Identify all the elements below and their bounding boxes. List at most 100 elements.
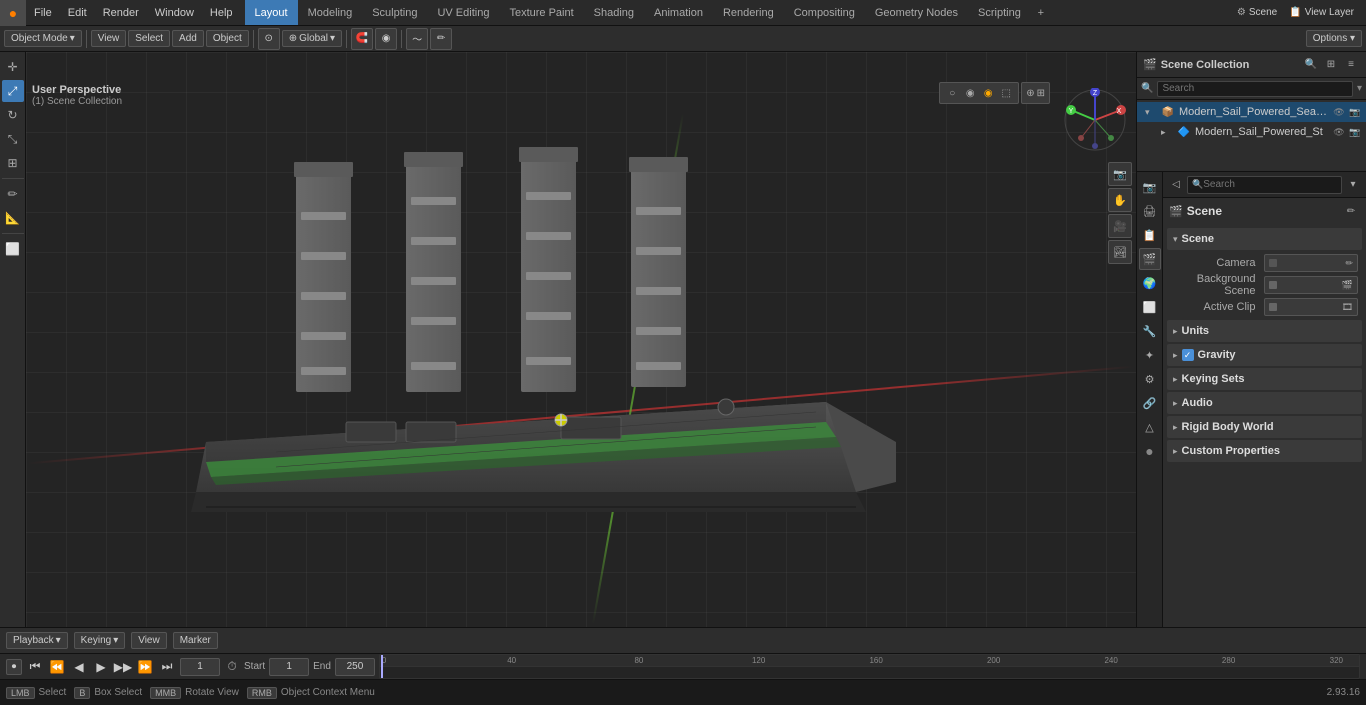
options-button[interactable]: Options ▾: [1306, 30, 1362, 47]
current-frame-input[interactable]: 1: [180, 658, 220, 676]
playback-menu[interactable]: Playback ▾: [6, 632, 68, 649]
active-clip-value[interactable]: 🎞: [1264, 298, 1359, 316]
rigid-body-header[interactable]: ▸ Rigid Body World: [1167, 416, 1362, 438]
prop-tab-object[interactable]: ⬜: [1139, 296, 1161, 318]
scene-display-btn[interactable]: 🏞: [1108, 240, 1132, 264]
select-menu[interactable]: Select: [128, 30, 170, 47]
background-scene-value[interactable]: 🎬: [1264, 276, 1359, 294]
prop-tab-physics[interactable]: ⚙: [1139, 368, 1161, 390]
keying-menu[interactable]: Keying ▾: [74, 632, 126, 649]
prop-tab-render[interactable]: 📷: [1139, 176, 1161, 198]
tab-sculpting[interactable]: Sculpting: [362, 0, 427, 25]
menu-render[interactable]: Render: [95, 0, 147, 25]
gravity-checkbox[interactable]: ✓: [1182, 349, 1194, 361]
measure-tool[interactable]: 📐: [2, 207, 24, 229]
add-workspace-button[interactable]: +: [1031, 3, 1051, 23]
material-mode-btn[interactable]: ◉: [980, 85, 996, 101]
rotate-tool[interactable]: ↻: [2, 104, 24, 126]
outliner-sort-btn[interactable]: ≡: [1342, 56, 1360, 74]
menu-help[interactable]: Help: [202, 0, 241, 25]
properties-search-input[interactable]: [1203, 179, 1337, 190]
camera-view-btn[interactable]: 📷: [1108, 162, 1132, 186]
graph-icon[interactable]: ～: [406, 28, 428, 50]
prop-tab-material[interactable]: ●: [1139, 440, 1161, 462]
skip-end-btn[interactable]: ⏭: [158, 658, 176, 676]
wireframe-mode-btn[interactable]: ⬚: [998, 85, 1014, 101]
overlays-btn[interactable]: ⊕: [1026, 88, 1034, 99]
menu-file[interactable]: File: [26, 0, 60, 25]
object-mode-selector[interactable]: Object Mode ▾: [4, 30, 82, 47]
audio-header[interactable]: ▸ Audio: [1167, 392, 1362, 414]
prop-tab-world[interactable]: 🌍: [1139, 272, 1161, 294]
add-menu[interactable]: Add: [172, 30, 204, 47]
prev-key-btn[interactable]: ⏪: [48, 658, 66, 676]
gravity-section-header[interactable]: ▸ ✓ Gravity: [1167, 344, 1362, 366]
tab-shading[interactable]: Shading: [584, 0, 644, 25]
scene-options-btn[interactable]: ✏: [1342, 202, 1360, 220]
snap-toggle[interactable]: 🧲: [351, 28, 373, 50]
object-menu[interactable]: Object: [206, 30, 249, 47]
tab-animation[interactable]: Animation: [644, 0, 713, 25]
move-tool[interactable]: ⤢: [2, 80, 24, 102]
prop-tab-data[interactable]: △: [1139, 416, 1161, 438]
prop-tab-constraints[interactable]: 🔗: [1139, 392, 1161, 414]
proportional-edit[interactable]: ◉: [375, 28, 397, 50]
outliner-search-input[interactable]: [1157, 81, 1353, 97]
view-menu-timeline[interactable]: View: [131, 632, 167, 649]
menu-window[interactable]: Window: [147, 0, 202, 25]
view-cube[interactable]: X Y Z: [1063, 88, 1128, 153]
marker-menu[interactable]: Marker: [173, 632, 218, 649]
menu-edit[interactable]: Edit: [60, 0, 95, 25]
tab-uv-editing[interactable]: UV Editing: [427, 0, 499, 25]
tab-texture-paint[interactable]: Texture Paint: [499, 0, 583, 25]
hand-tool-btn[interactable]: ✋: [1108, 188, 1132, 212]
properties-filter-btn[interactable]: ▾: [1344, 176, 1362, 194]
viewport[interactable]: User Perspective (1) Scene Collection X …: [26, 52, 1136, 627]
record-btn[interactable]: ⏺: [6, 659, 22, 675]
timeline-ruler[interactable]: 0 40 80 120 160 200 240 280 320: [379, 654, 1360, 679]
prop-tab-view-layer[interactable]: 📋: [1139, 224, 1161, 246]
solid-mode-btn[interactable]: ◉: [962, 85, 978, 101]
outliner-item-2[interactable]: ▸ 🔷 Modern_Sail_Powered_St 👁 📷: [1137, 122, 1366, 142]
transform-tool[interactable]: ⊞: [2, 152, 24, 174]
item-visibility-icon-1[interactable]: 👁: [1332, 105, 1346, 119]
tab-layout[interactable]: Layout: [245, 0, 298, 25]
prop-tab-modifier[interactable]: 🔧: [1139, 320, 1161, 342]
custom-props-header[interactable]: ▸ Custom Properties: [1167, 440, 1362, 462]
item-render-icon-2[interactable]: 📷: [1348, 125, 1362, 139]
units-section-header[interactable]: ▸ Units: [1167, 320, 1362, 342]
tab-scripting[interactable]: Scripting: [968, 0, 1031, 25]
camera-persp-btn[interactable]: 🎥: [1108, 214, 1132, 238]
transform-orientation[interactable]: ⊕ Global ▾: [282, 30, 342, 47]
tab-rendering[interactable]: Rendering: [713, 0, 784, 25]
add-cube-tool[interactable]: ⬜: [2, 238, 24, 260]
tab-compositing[interactable]: Compositing: [784, 0, 865, 25]
transform-pivot[interactable]: ⊙: [258, 28, 280, 50]
prop-tab-output[interactable]: 🖨: [1139, 200, 1161, 222]
prop-tab-particles[interactable]: ✦: [1139, 344, 1161, 366]
gizmos-btn[interactable]: ⊞: [1037, 88, 1045, 99]
annotation-tool[interactable]: ✏: [430, 28, 452, 50]
start-frame-input[interactable]: 1: [269, 658, 309, 676]
annotate-tool[interactable]: ✏: [2, 183, 24, 205]
skip-start-btn[interactable]: ⏮: [26, 658, 44, 676]
item-visibility-icon-2[interactable]: 👁: [1332, 125, 1346, 139]
cursor-tool[interactable]: ✛: [2, 56, 24, 78]
scale-tool[interactable]: ⤡: [2, 128, 24, 150]
item-render-icon-1[interactable]: 📷: [1348, 105, 1362, 119]
scene-section-header[interactable]: ▾ Scene: [1167, 228, 1362, 250]
outliner-filter-icon[interactable]: ▾: [1357, 83, 1362, 94]
outliner-add-btn[interactable]: ⊞: [1322, 56, 1340, 74]
view-menu[interactable]: View: [91, 30, 127, 47]
keying-sets-header[interactable]: ▸ Keying Sets: [1167, 368, 1362, 390]
play-btn[interactable]: ▶: [92, 658, 110, 676]
next-frame-btn[interactable]: ▶▶: [114, 658, 132, 676]
tab-geometry-nodes[interactable]: Geometry Nodes: [865, 0, 968, 25]
render-mode-btn[interactable]: ○: [944, 85, 960, 101]
end-frame-input[interactable]: 250: [335, 658, 375, 676]
next-key-btn[interactable]: ⏩: [136, 658, 154, 676]
tab-modeling[interactable]: Modeling: [298, 0, 363, 25]
outliner-filter-btn[interactable]: 🔍: [1302, 56, 1320, 74]
camera-value[interactable]: ✏: [1264, 254, 1359, 272]
prev-frame-btn[interactable]: ◀: [70, 658, 88, 676]
